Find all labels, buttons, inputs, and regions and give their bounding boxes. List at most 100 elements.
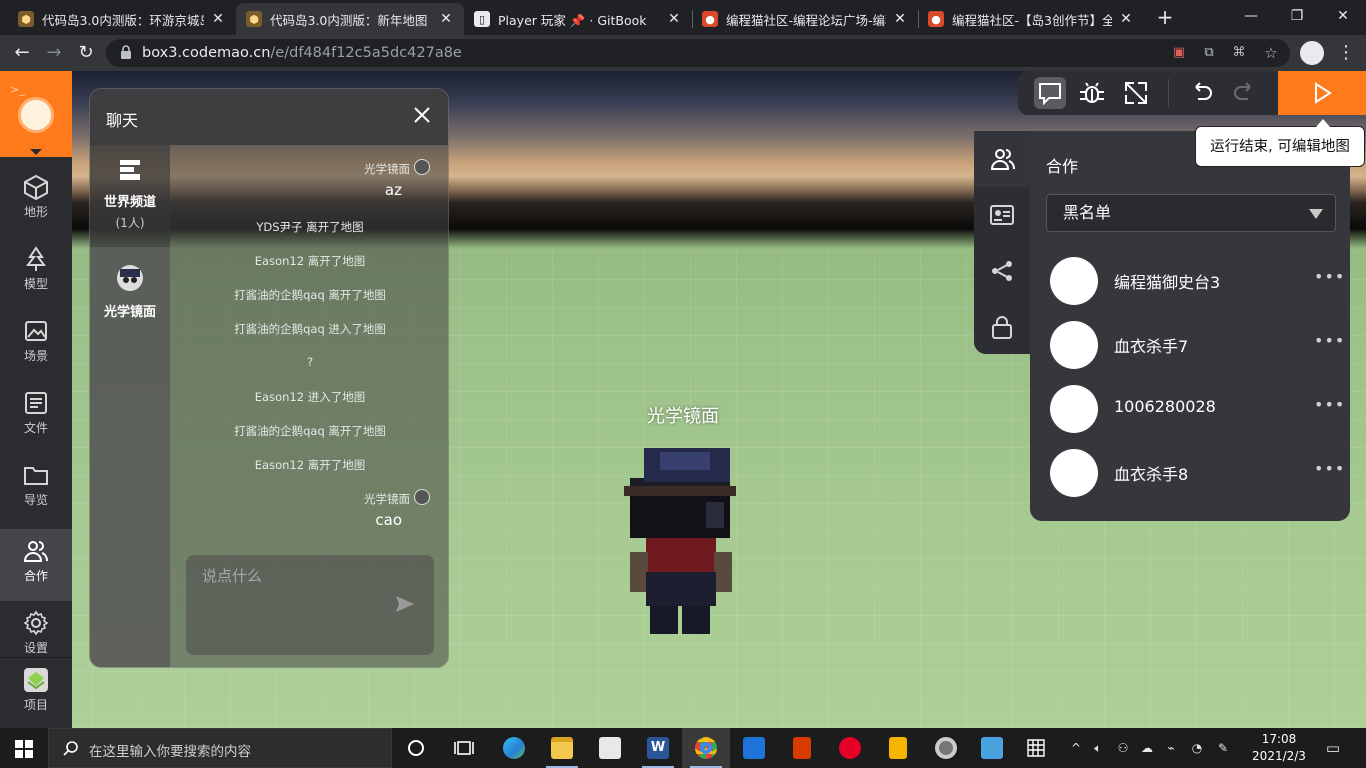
tool-collab[interactable]: 合作: [0, 529, 72, 601]
codemao-cat-icon: ●: [928, 11, 944, 27]
run-button[interactable]: [1278, 71, 1366, 115]
start-button[interactable]: [0, 728, 48, 768]
chat-input[interactable]: [202, 565, 392, 587]
taskbar-mail[interactable]: [730, 728, 778, 768]
tool-guide[interactable]: 导览: [0, 453, 72, 525]
taskbar-chrome[interactable]: [682, 728, 730, 768]
translate-icon[interactable]: ⌘: [1230, 44, 1248, 62]
redo-icon: [1234, 82, 1251, 100]
power-icon[interactable]: ⌁: [1160, 728, 1182, 768]
task-view-button[interactable]: [440, 728, 488, 768]
brand-block[interactable]: >_: [0, 71, 72, 157]
collab-card-tab[interactable]: [974, 187, 1030, 243]
tool-project[interactable]: 项目: [0, 657, 72, 728]
profile-avatar-icon[interactable]: [1300, 41, 1324, 65]
send-icon[interactable]: [394, 593, 416, 615]
browser-tab-strip: ⬢ 代码岛3.0内测版：环游京城岛 ✕ ⬢ 代码岛3.0内测版：新年地图 ✕ ▯…: [0, 0, 1366, 35]
new-tab-button[interactable]: +: [1152, 3, 1178, 31]
reload-button[interactable]: ↻: [72, 39, 100, 67]
collab-members-tab[interactable]: [974, 131, 1030, 187]
player-nametag: 光学镜面: [647, 406, 719, 427]
tray-chevron-icon[interactable]: ^: [1066, 728, 1086, 768]
blocked-media-icon[interactable]: ▣: [1170, 44, 1188, 62]
more-options-icon[interactable]: •••: [1314, 331, 1345, 350]
browser-tab-2[interactable]: ⬢ 代码岛3.0内测版：新年地图 ✕: [236, 3, 464, 35]
tool-terrain[interactable]: 地形: [0, 165, 72, 237]
tool-label: 场景: [23, 349, 48, 363]
browser-tab-3[interactable]: ▯ Player 玩家 📌 · GitBook ✕: [464, 3, 692, 35]
bookmark-star-icon[interactable]: ☆: [1262, 44, 1280, 62]
collab-share-tab[interactable]: [974, 243, 1030, 299]
channel-name: 光学镜面: [103, 305, 156, 320]
close-tab-icon[interactable]: ✕: [892, 11, 908, 27]
taskbar-edge[interactable]: [490, 728, 538, 768]
chat-system-message: 打酱油的企鹅qaq 离开了地图: [234, 424, 386, 438]
taskbar-netease-music[interactable]: [826, 728, 874, 768]
chat-toggle-button[interactable]: [1034, 77, 1066, 109]
message-text: cao: [375, 511, 402, 529]
cloud-icon[interactable]: ☁: [1136, 728, 1158, 768]
more-options-icon[interactable]: •••: [1314, 395, 1345, 414]
notification-icon[interactable]: ▭: [1320, 728, 1346, 768]
member-filter-select[interactable]: 黑名单: [1046, 194, 1336, 232]
channel-world[interactable]: 世界频道 (1人): [90, 157, 170, 237]
people-icon: [23, 541, 48, 562]
wifi-icon[interactable]: ◔: [1186, 728, 1208, 768]
back-button[interactable]: ←: [8, 39, 36, 67]
select-value: 黑名单: [1063, 203, 1112, 222]
taskbar-notes[interactable]: [874, 728, 922, 768]
url-field[interactable]: box3.codemao.cn/e/df484f12c5a5dc427a8e ▣…: [106, 39, 1290, 67]
close-tab-icon[interactable]: ✕: [210, 11, 226, 27]
collab-lock-tab[interactable]: [974, 299, 1030, 355]
browser-tab-1[interactable]: ⬢ 代码岛3.0内测版：环游京城岛 ✕: [8, 3, 236, 35]
clock-date: 2021/2/3: [1252, 749, 1306, 763]
close-tab-icon[interactable]: ✕: [438, 11, 454, 27]
forward-button[interactable]: →: [40, 39, 68, 67]
tool-file[interactable]: 文件: [0, 381, 72, 453]
caret-down-icon: [1309, 209, 1323, 219]
chat-input-box[interactable]: [186, 555, 434, 655]
more-options-icon[interactable]: •••: [1314, 267, 1345, 286]
toolbar-divider: [1168, 79, 1169, 107]
restore-button[interactable]: ❐: [1274, 0, 1320, 32]
close-tab-icon[interactable]: ✕: [1118, 11, 1134, 27]
tool-model[interactable]: 模型: [0, 237, 72, 309]
redo-button[interactable]: [1228, 77, 1260, 109]
browser-tab-5[interactable]: ● 编程猫社区-【岛3创作节】全国 ✕: [918, 3, 1144, 35]
more-options-icon[interactable]: •••: [1314, 459, 1345, 478]
taskbar-word[interactable]: W: [634, 728, 682, 768]
tool-scene[interactable]: 场景: [0, 309, 72, 381]
open-in-new-icon[interactable]: ⧉: [1200, 44, 1218, 62]
chat-system-message: 打酱油的企鹅qaq 进入了地图: [234, 322, 386, 336]
browser-tab-4[interactable]: ● 编程猫社区-编程论坛广场-编程 ✕: [692, 3, 918, 35]
codemao-hex-icon: ⬢: [246, 11, 262, 27]
taskbar-search[interactable]: 在这里输入你要搜索的内容: [48, 728, 392, 768]
cortana-button[interactable]: [392, 728, 440, 768]
debug-button[interactable]: [1076, 77, 1108, 109]
volume-icon[interactable]: 🔈︎: [1088, 728, 1108, 768]
taskbar-store[interactable]: [586, 728, 634, 768]
channel-private[interactable]: 光学镜面: [90, 247, 170, 667]
taskbar-office[interactable]: [778, 728, 826, 768]
minimize-button[interactable]: —: [1228, 0, 1274, 32]
chat-bubble-icon: [1039, 83, 1061, 106]
close-icon[interactable]: [410, 103, 434, 127]
close-tab-icon[interactable]: ✕: [666, 11, 682, 27]
taskbar-photos[interactable]: [968, 728, 1016, 768]
taskbar-clock[interactable]: 17:08 2021/2/3: [1248, 731, 1310, 765]
undo-button[interactable]: [1186, 77, 1218, 109]
player-character[interactable]: [620, 444, 740, 644]
tool-label: 项目: [23, 698, 48, 712]
fullscreen-button[interactable]: [1120, 77, 1152, 109]
member-row: 编程猫御史台3 •••: [1050, 257, 1344, 307]
avatar: [414, 489, 430, 505]
pen-icon[interactable]: ✎: [1212, 728, 1234, 768]
url-host: box3.codemao.cn: [142, 45, 271, 61]
taskbar-explorer[interactable]: [538, 728, 586, 768]
network-icon[interactable]: ⚇: [1112, 728, 1134, 768]
taskbar-player[interactable]: [922, 728, 970, 768]
tree-icon: [26, 246, 46, 271]
taskbar-keyboard[interactable]: [1014, 728, 1062, 768]
browser-menu-icon[interactable]: ⋮: [1336, 39, 1356, 67]
close-window-button[interactable]: ✕: [1320, 0, 1366, 32]
